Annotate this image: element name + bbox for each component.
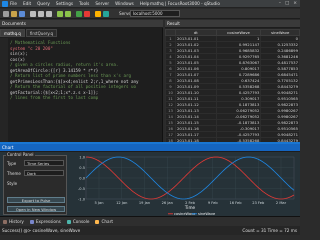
- control-panel-legend: Control Panel: [6, 152, 35, 157]
- line-chart: -1.0 -0.5 0.0 0.5 1.0 5 Jan 12 Jan 19 Jan 26 Jan…: [78, 155, 295, 216]
- theme-label: Theme: [7, 171, 21, 176]
- copy-icon[interactable]: [38, 11, 44, 17]
- status-bar: Success() @> cosineWave, sineWave Count …: [0, 226, 300, 235]
- code-line: / Return list of prime numbers less than…: [10, 73, 132, 78]
- menu-windows[interactable]: Windows: [115, 1, 134, 6]
- menu-server[interactable]: Server: [95, 1, 109, 6]
- menu-edit[interactable]: Edit: [23, 1, 31, 6]
- style-label: Style: [7, 181, 18, 186]
- history-icon: [3, 219, 7, 224]
- type-label: Type: [7, 161, 17, 166]
- tab-mathq[interactable]: mathq.q: [0, 29, 25, 37]
- x-tick-label: 9 Feb: [208, 201, 219, 205]
- result-panel: Result dt cosineWave sineWave 1 2013.01.0…: [165, 20, 300, 144]
- tab-expressions-label: Expressions: [35, 219, 61, 224]
- export-to-pulse-button[interactable]: Export to Pulse: [7, 197, 65, 203]
- y-tick-label: -1.0: [78, 197, 86, 201]
- cut-icon[interactable]: [30, 11, 36, 17]
- tab-console[interactable]: Console: [66, 219, 90, 224]
- status-message: Success() @> cosineWave, sineWave: [2, 228, 81, 233]
- document-tabs: mathq.q firstQuery.q: [0, 29, 58, 37]
- chart-icon[interactable]: [95, 11, 101, 17]
- tab-expressions[interactable]: Expressions: [29, 219, 61, 224]
- new-file-icon[interactable]: [3, 11, 9, 17]
- y-tick-label: 0.5: [79, 166, 85, 170]
- result-panel-header: Result: [165, 20, 300, 28]
- code-lines: / Mathematical Functions system "c 20 200…: [10, 40, 139, 101]
- table-icon[interactable]: [103, 11, 109, 17]
- x-tick-label: 2 Mar: [276, 201, 287, 205]
- documents-panel: Documents mathq.q firstQuery.q / Mathema…: [0, 20, 163, 142]
- open-in-new-window-button[interactable]: Open in New Window: [7, 206, 65, 212]
- x-tick-label: 16 Feb: [229, 201, 242, 205]
- status-count-time: Count = 31 Time = 72 ms: [242, 228, 297, 233]
- maximize-icon[interactable]: □: [285, 1, 289, 6]
- x-tick-label: 23 Feb: [252, 201, 265, 205]
- expressions-icon: [29, 219, 34, 224]
- code-line: / Return the factorial of all positive i…: [10, 84, 137, 89]
- line-gutter: [0, 38, 8, 142]
- documents-panel-header: Documents: [0, 20, 163, 28]
- x-tick-label: 26 Jan: [162, 201, 173, 205]
- chart-tab-icon: [95, 219, 100, 224]
- title-bar: File Edit Query Settings Tools Server Wi…: [0, 0, 300, 8]
- open-folder-icon[interactable]: [11, 11, 17, 17]
- window-title: mathq | FocusRoot3000 - qStudio: [150, 1, 220, 6]
- control-panel: Control Panel Type Time Series Theme Dar…: [3, 152, 67, 215]
- server-select[interactable]: localhost:5000: [130, 10, 180, 17]
- theme-select[interactable]: Dark: [24, 170, 64, 176]
- redo-icon[interactable]: [65, 11, 71, 17]
- undo-icon[interactable]: [57, 11, 63, 17]
- y-tick-label: -0.5: [78, 187, 85, 191]
- stop-icon[interactable]: [84, 11, 90, 17]
- menu-file[interactable]: File: [10, 1, 17, 6]
- x-tick-label: 5 Jan: [95, 201, 104, 205]
- bottom-tabs: History Expressions Console Chart: [0, 216, 300, 226]
- app-icon: [2, 1, 8, 7]
- tab-firstquery[interactable]: firstQuery.q: [25, 29, 58, 37]
- paste-icon[interactable]: [46, 11, 52, 17]
- close-icon[interactable]: ×: [293, 1, 297, 6]
- result-table: dt cosineWave sineWave 1 2013.01.01 1 0 2 201…: [165, 29, 300, 144]
- run-icon[interactable]: [76, 11, 82, 17]
- x-tick-label: 12 Jan: [116, 201, 127, 205]
- y-tick-label: 0.0: [79, 176, 85, 180]
- x-tick-label: 19 Jan: [139, 201, 150, 205]
- tab-console-label: Console: [72, 219, 90, 224]
- minimize-icon[interactable]: –: [279, 1, 281, 6]
- code-editor[interactable]: / Mathematical Functions system "c 20 200…: [0, 38, 163, 142]
- window-controls: – □ ×: [279, 1, 297, 6]
- type-select[interactable]: Time Series: [24, 160, 64, 166]
- menu-help[interactable]: Help: [140, 1, 150, 6]
- x-axis-label: Time: [184, 205, 196, 210]
- tab-history-label: History: [9, 219, 24, 224]
- code-line: / lines from the first to last comp: [10, 95, 99, 100]
- menu-settings[interactable]: Settings: [56, 1, 73, 6]
- save-icon[interactable]: [19, 11, 25, 17]
- tab-chart-label: Chart: [101, 219, 113, 224]
- toolbar: Server: localhost:5000: [0, 9, 300, 19]
- menu-tools[interactable]: Tools: [79, 1, 89, 6]
- menu-bar: File Edit Query Settings Tools Server Wi…: [10, 1, 149, 6]
- tab-chart[interactable]: Chart: [95, 219, 113, 224]
- y-tick-label: 1.0: [79, 155, 85, 159]
- tab-history[interactable]: History: [3, 219, 24, 224]
- console-icon: [66, 219, 71, 224]
- menu-query[interactable]: Query: [37, 1, 50, 6]
- chart-panel-header: Chart: [0, 144, 300, 152]
- result-table-body: 1 2013.01.01 1 0 2 2013.01.02 0.9921147 0.12533…: [165, 35, 300, 144]
